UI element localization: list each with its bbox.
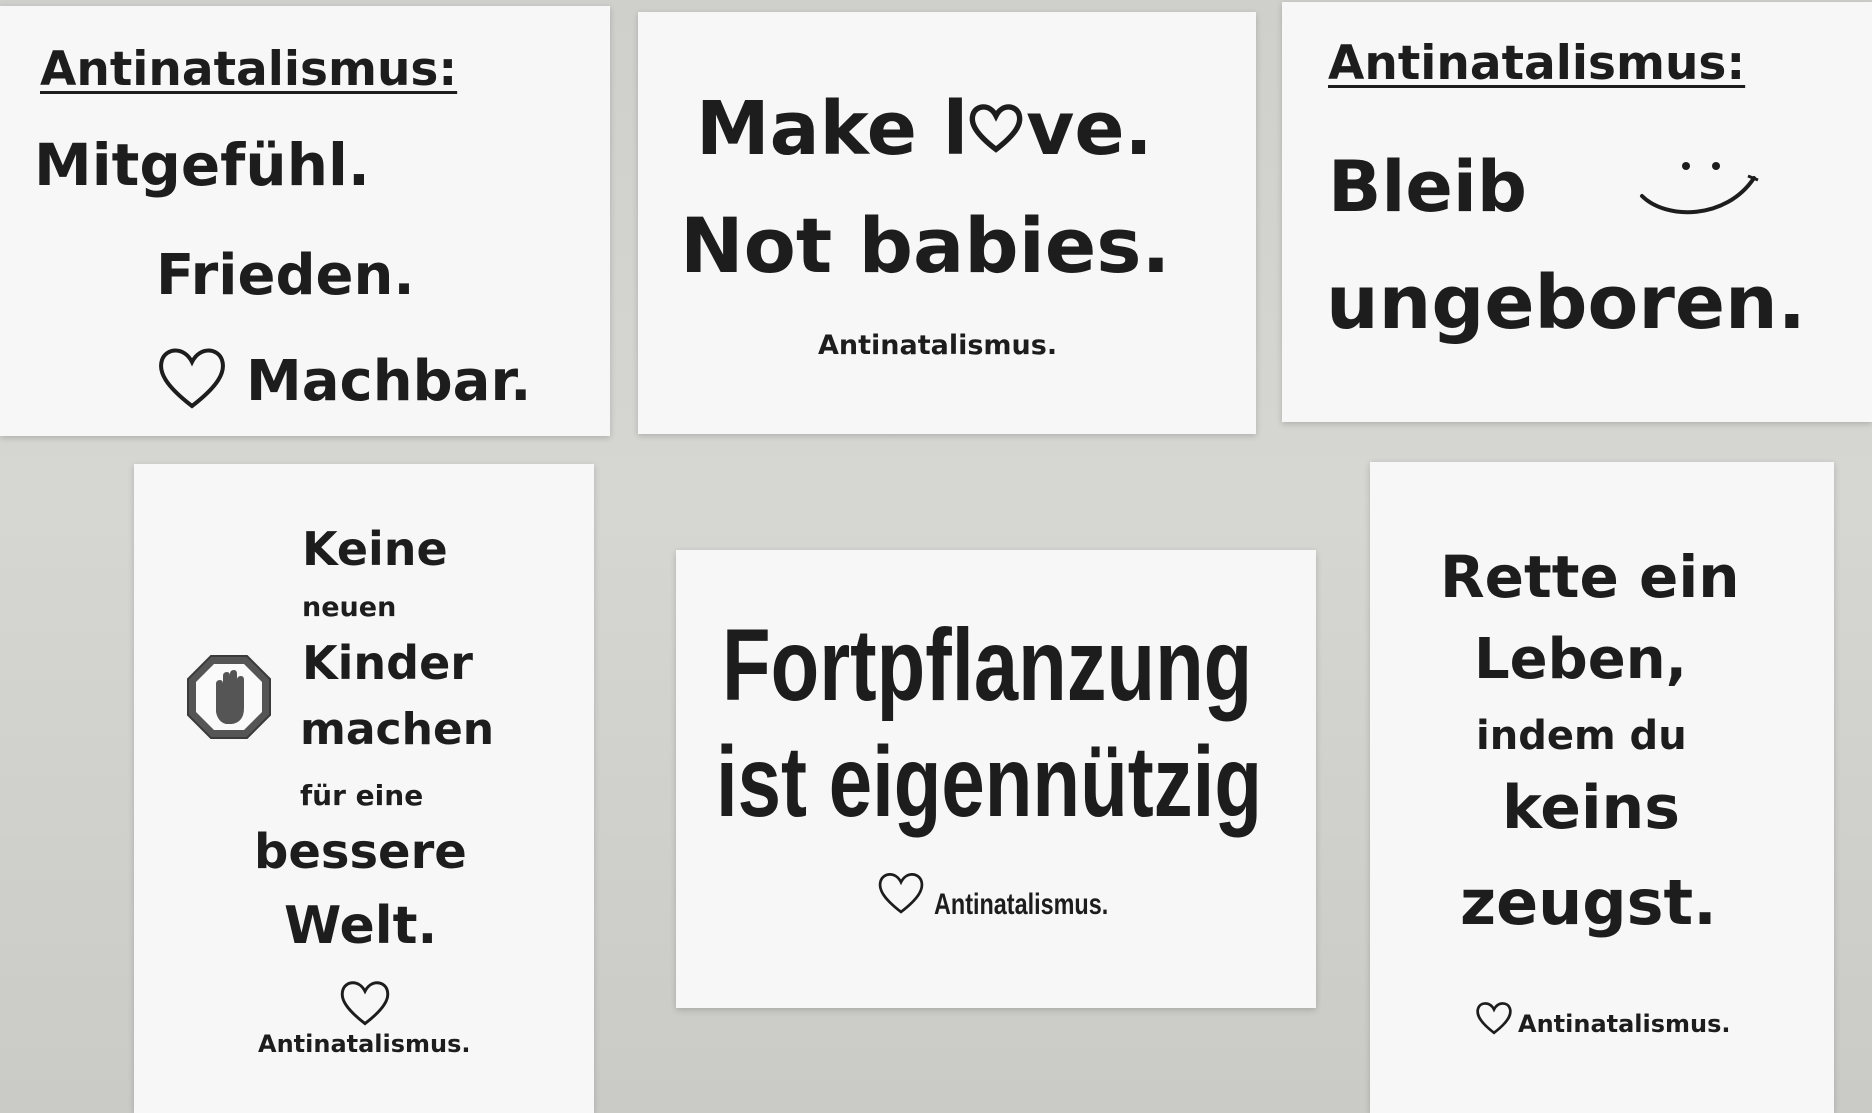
poster-line: Fortpflanzung	[722, 608, 1253, 722]
stop-hand-icon	[187, 655, 271, 739]
poster-rette-ein-leben: Rette ein Leben, indem du keins zeugst. …	[1370, 462, 1834, 1113]
poster-line: Machbar.	[246, 349, 532, 414]
poster-line: indem du	[1476, 713, 1687, 759]
poster-footer: Antinatalismus.	[1518, 1010, 1731, 1038]
poster-line: Welt.	[284, 896, 438, 956]
poster-make-love: Make l ve. Not babies. Antinatalismus.	[638, 12, 1256, 434]
poster-line-part: ve.	[1026, 86, 1153, 172]
poster-line: Not babies.	[680, 201, 1171, 290]
poster-footer: Antinatalismus.	[934, 888, 1109, 921]
heart-icon	[878, 873, 924, 914]
poster-footer: Antinatalismus.	[818, 330, 1058, 361]
poster-line: bessere	[254, 824, 467, 880]
poster-heading: Antinatalismus:	[1328, 36, 1746, 91]
heart-icon	[969, 104, 1023, 153]
poster-heading: Antinatalismus:	[40, 42, 458, 97]
poster-mitgefuehl: Antinatalismus: Mitgefühl. Frieden. Mach…	[0, 6, 610, 436]
poster-bleib-ungeboren: Antinatalismus: Bleib ungeboren.	[1282, 2, 1872, 422]
poster-line: Keine	[302, 522, 448, 576]
poster-line: zeugst.	[1460, 866, 1717, 939]
heart-icon	[159, 348, 225, 409]
poster-line: Make l ve.	[696, 92, 1153, 166]
poster-line: keins	[1502, 773, 1680, 843]
poster-line: machen	[300, 704, 495, 755]
poster-line: Rette ein	[1440, 543, 1740, 611]
poster-line-part: Make l	[696, 86, 969, 172]
poster-footer: Antinatalismus.	[258, 1030, 471, 1058]
poster-keine-kinder: Keine neuen Kinder machen für eine besse…	[134, 464, 594, 1113]
poster-line: ungeboren.	[1326, 260, 1806, 346]
poster-line: ist eigennützig	[716, 726, 1262, 838]
poster-line: Mitgefühl.	[34, 131, 370, 199]
poster-line: für eine	[300, 779, 424, 812]
poster-line: Leben,	[1474, 627, 1687, 692]
poster-line: Frieden.	[156, 243, 415, 308]
heart-icon	[1476, 1002, 1512, 1035]
poster-line: Bleib	[1328, 146, 1527, 228]
heart-icon	[340, 981, 390, 1026]
poster-fortpflanzung: Fortpflanzung ist eigennützig Antinatali…	[676, 550, 1316, 1008]
poster-line: Kinder	[302, 636, 473, 690]
smiley-icon	[1640, 162, 1759, 215]
poster-line: neuen	[302, 592, 397, 623]
